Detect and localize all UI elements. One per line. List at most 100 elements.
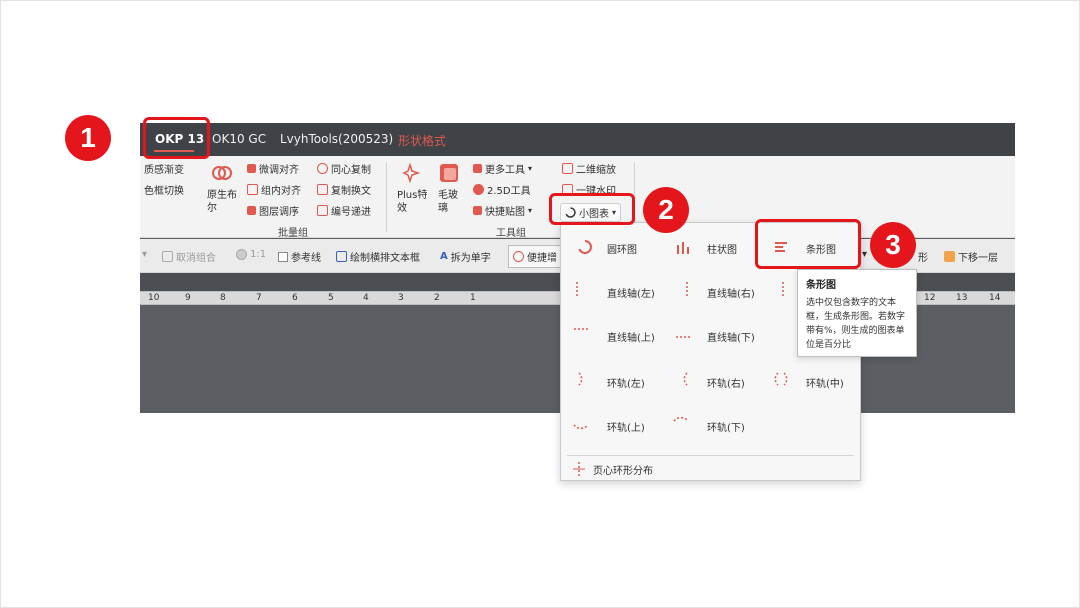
concentric-copy-label: 同心复制 bbox=[331, 165, 371, 176]
axis-center-icon bbox=[782, 282, 784, 296]
number-increment-icon bbox=[317, 205, 328, 216]
more-tools-button[interactable]: 更多工具 ▾ bbox=[473, 161, 532, 176]
orbit-right-icon bbox=[683, 372, 688, 386]
copy-wrap-icon bbox=[317, 184, 328, 195]
ribbon-separator bbox=[386, 162, 387, 232]
move-down-layer-button[interactable]: 下移一层 bbox=[944, 249, 998, 264]
native-boolean-button[interactable]: 原生布尔 bbox=[207, 189, 241, 215]
chevron-down-icon: ▾ bbox=[528, 206, 533, 215]
menu-item-axis-top[interactable]: 直线轴(上) bbox=[607, 329, 655, 344]
sparkle-icon bbox=[402, 162, 421, 184]
more-tools-label: 更多工具 bbox=[485, 165, 525, 176]
orbit-center-icon bbox=[774, 372, 788, 386]
chevron-down-icon: ▾ bbox=[528, 164, 533, 173]
quick-add-button[interactable]: 便捷增 bbox=[508, 245, 562, 268]
color-frame-switch-label: 色框切换 bbox=[144, 186, 184, 197]
frosted-glass-button[interactable]: 毛玻璃 bbox=[438, 189, 462, 215]
split-chars-label: 拆为单字 bbox=[450, 253, 491, 264]
guide-lines-label: 参考线 bbox=[291, 253, 321, 264]
step-badge-3: 3 bbox=[870, 222, 916, 268]
menu-item-axis-left[interactable]: 直线轴(左) bbox=[607, 285, 655, 300]
radial-distribute-icon bbox=[573, 462, 585, 476]
quick-sticker-button[interactable]: 快捷贴图 ▾ bbox=[473, 203, 532, 218]
tool-25d-button[interactable]: 2.5D工具 bbox=[473, 182, 531, 197]
ungroup-button[interactable]: 取消组合 bbox=[162, 249, 216, 264]
tool-25d-icon bbox=[473, 184, 484, 195]
menu-item-orbit-top[interactable]: 环轨(上) bbox=[607, 419, 645, 434]
guide-lines-checkbox[interactable]: 参考线 bbox=[278, 249, 321, 264]
ruler-number: 12 bbox=[924, 293, 936, 303]
qr-zoom-icon bbox=[562, 163, 573, 174]
copy-wrap-button[interactable]: 复制换文 bbox=[317, 182, 371, 197]
menu-item-orbit-left[interactable]: 环轨(左) bbox=[607, 375, 645, 390]
plus-effect-button[interactable]: Plus特效 bbox=[397, 189, 429, 215]
ratio-button[interactable]: 1:1 bbox=[236, 249, 266, 260]
number-increment-button[interactable]: 编号递进 bbox=[317, 203, 371, 218]
color-frame-switch-button[interactable]: 色框切换 bbox=[144, 182, 184, 197]
ratio-label: 1:1 bbox=[250, 249, 267, 260]
dropdown-chevron[interactable]: ▾ bbox=[862, 249, 867, 260]
tooltip-title: 条形图 bbox=[806, 280, 836, 291]
frosted-glass-icon bbox=[440, 164, 458, 182]
step-badge-1: 1 bbox=[65, 115, 111, 161]
fine-align-label: 微调对齐 bbox=[259, 165, 299, 176]
ruler-number: 3 bbox=[398, 293, 404, 303]
menu-item-axis-bottom[interactable]: 直线轴(下) bbox=[707, 329, 755, 344]
orbit-bottom-icon bbox=[673, 416, 689, 422]
menu-item-orbit-bottom[interactable]: 环轨(下) bbox=[707, 419, 745, 434]
menu-item-column[interactable]: 柱状图 bbox=[707, 241, 737, 256]
layer-order-button[interactable]: 图层调序 bbox=[247, 203, 299, 218]
bar-chart-tooltip: 条形图 选中仅包含数字的文本框，生成条形图。若数字带有%，则生成的图表单位是百分… bbox=[797, 269, 917, 357]
ruler-number: 4 bbox=[363, 293, 369, 303]
menu-item-orbit-right[interactable]: 环轨(右) bbox=[707, 375, 745, 390]
menu-item-axis-right[interactable]: 直线轴(右) bbox=[707, 285, 755, 300]
tab-ok10gc[interactable]: OK10 GC bbox=[212, 132, 266, 146]
menu-divider bbox=[567, 455, 854, 456]
ruler-number: 9 bbox=[185, 293, 191, 303]
ruler-number: 2 bbox=[434, 293, 440, 303]
boolean-circles-icon bbox=[212, 166, 232, 180]
step-badge-2: 2 bbox=[643, 187, 689, 233]
ratio-icon bbox=[236, 249, 247, 260]
quick-add-icon bbox=[513, 251, 524, 262]
highlight-mini-chart bbox=[549, 193, 635, 225]
highlight-bar-chart-item bbox=[755, 219, 861, 269]
fine-align-button[interactable]: 微调对齐 bbox=[247, 161, 299, 176]
tab-shape-format[interactable]: 形状格式 bbox=[398, 132, 446, 149]
concentric-copy-button[interactable]: 同心复制 bbox=[317, 161, 371, 176]
donut-chart-icon bbox=[578, 240, 592, 254]
quick-sticker-icon bbox=[473, 206, 482, 215]
quick-sticker-label: 快捷贴图 bbox=[485, 207, 525, 218]
toolbar-chevron[interactable]: ▾ bbox=[142, 249, 147, 260]
qr-zoom-button[interactable]: 二维缩放 bbox=[562, 161, 616, 176]
menu-item-donut[interactable]: 圆环图 bbox=[607, 241, 637, 256]
textbox-icon bbox=[336, 251, 347, 262]
text-a-icon: A bbox=[440, 251, 448, 262]
draw-textbox-button[interactable]: 绘制横排文本框 bbox=[336, 249, 420, 264]
split-chars-button[interactable]: A 拆为单字 bbox=[440, 249, 491, 264]
axis-right-icon bbox=[686, 282, 688, 296]
menu-item-page-center-radial[interactable]: 页心环形分布 bbox=[593, 462, 653, 477]
shape-text-suffix: 形 bbox=[918, 253, 928, 264]
number-increment-label: 编号递进 bbox=[331, 207, 371, 218]
ungroup-icon bbox=[162, 251, 173, 262]
layer-order-label: 图层调序 bbox=[259, 207, 299, 218]
group-align-icon bbox=[247, 184, 258, 195]
ruler-number: 7 bbox=[256, 293, 262, 303]
menu-item-orbit-center[interactable]: 环轨(中) bbox=[806, 375, 844, 390]
tab-lvyhtools[interactable]: LvyhTools(200523) bbox=[280, 132, 393, 146]
axis-left-icon bbox=[576, 282, 578, 296]
ruler-number: 6 bbox=[292, 293, 298, 303]
group-align-button[interactable]: 组内对齐 bbox=[247, 182, 301, 197]
layer-order-icon bbox=[247, 206, 256, 215]
native-boolean-label: 原生布尔 bbox=[207, 190, 237, 214]
more-tools-icon bbox=[473, 164, 482, 173]
qr-zoom-label: 二维缩放 bbox=[576, 165, 616, 176]
ruler-number: 8 bbox=[220, 293, 226, 303]
tool-25d-label: 2.5D工具 bbox=[487, 186, 531, 197]
ruler-number: 1 bbox=[470, 293, 476, 303]
plus-effect-label: Plus特效 bbox=[397, 190, 428, 214]
guide-checkbox[interactable] bbox=[278, 251, 288, 262]
quick-add-label: 便捷增 bbox=[527, 253, 557, 264]
texture-gradient-button[interactable]: 质感渐变 bbox=[144, 161, 184, 176]
